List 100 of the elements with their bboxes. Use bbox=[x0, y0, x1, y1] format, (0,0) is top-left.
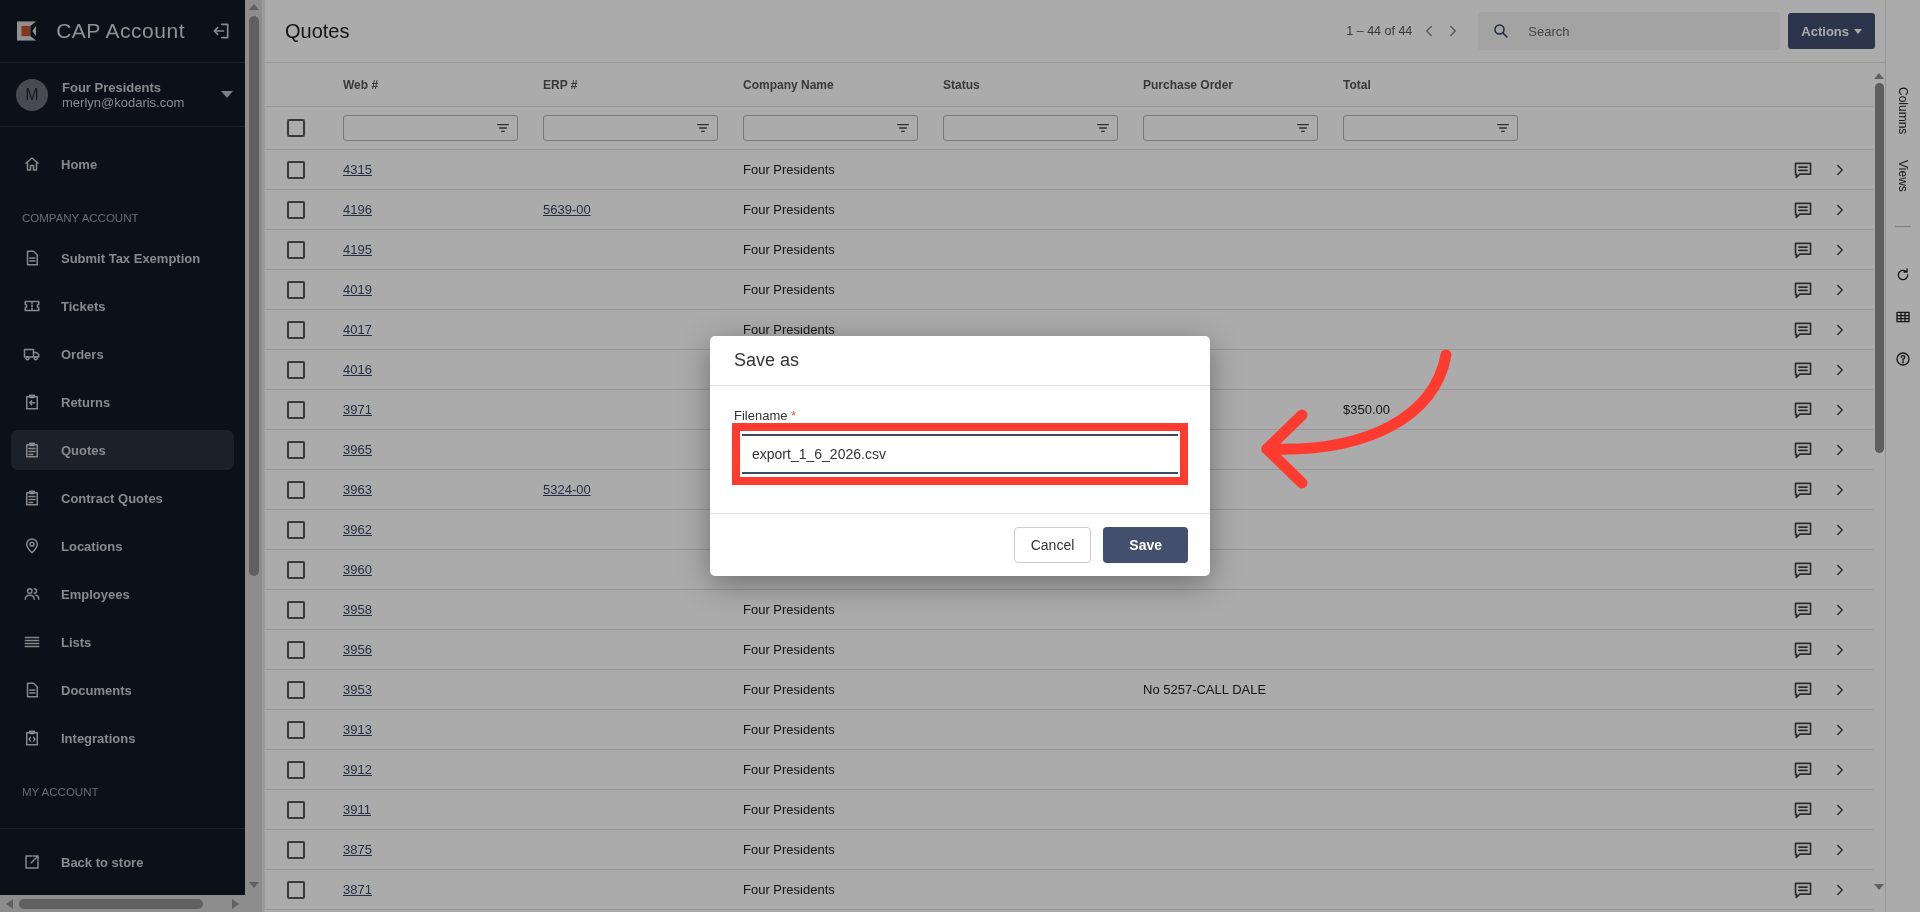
caret-icon[interactable] bbox=[221, 90, 233, 99]
checkbox[interactable] bbox=[287, 880, 305, 899]
filter-field[interactable] bbox=[343, 115, 518, 141]
save-button[interactable]: Save bbox=[1103, 527, 1188, 563]
table-cell: Four Presidents bbox=[743, 762, 835, 777]
filter-field[interactable] bbox=[743, 115, 918, 141]
filter-field[interactable] bbox=[1143, 115, 1318, 141]
search-field[interactable]: Search bbox=[1478, 12, 1781, 50]
checkbox[interactable] bbox=[287, 160, 305, 179]
scrollbar-thumb[interactable] bbox=[248, 16, 259, 576]
table-cell: Four Presidents bbox=[743, 802, 835, 817]
nav-item[interactable]: Locations bbox=[11, 526, 234, 566]
table-cell: Four Presidents bbox=[743, 162, 835, 177]
scrollbar-thumb[interactable] bbox=[19, 898, 203, 909]
quote-link[interactable]: 3956 bbox=[343, 642, 372, 657]
table-cell: Four Presidents bbox=[743, 602, 835, 617]
nav-item[interactable]: Orders bbox=[11, 334, 234, 374]
external-link-icon bbox=[23, 853, 41, 871]
quote-link[interactable]: 3971 bbox=[343, 402, 372, 417]
checkbox[interactable] bbox=[287, 600, 305, 619]
side-panel-tab[interactable]: Columns bbox=[1896, 87, 1910, 135]
quote-link[interactable]: 4196 bbox=[343, 202, 372, 217]
nav-item[interactable]: Lists bbox=[11, 622, 234, 662]
quote-link[interactable]: 3911 bbox=[343, 802, 371, 817]
field-label: Filename * bbox=[734, 408, 798, 423]
column-header[interactable]: Total bbox=[1343, 77, 1543, 92]
quote-link[interactable]: 4195 bbox=[343, 242, 372, 257]
checkbox[interactable] bbox=[287, 280, 305, 299]
table-cell: Four Presidents bbox=[743, 242, 835, 257]
checkbox[interactable] bbox=[287, 400, 305, 419]
checkbox[interactable] bbox=[287, 720, 305, 739]
checkbox[interactable] bbox=[287, 240, 305, 259]
nav-item[interactable]: Tickets bbox=[11, 286, 234, 326]
quote-link[interactable]: 4019 bbox=[343, 282, 372, 297]
nav-item[interactable]: Documents bbox=[11, 670, 234, 710]
checkbox[interactable] bbox=[287, 200, 305, 219]
back-to-store-link[interactable]: Back to store bbox=[11, 842, 234, 882]
filter-field[interactable] bbox=[1343, 115, 1518, 141]
quote-link[interactable]: 3871 bbox=[343, 882, 372, 897]
page-title: Quotes bbox=[285, 19, 351, 43]
help-icon[interactable] bbox=[1895, 351, 1911, 368]
quote-link[interactable]: 5324-00 bbox=[543, 482, 591, 497]
scrollbar-thumb[interactable] bbox=[1874, 83, 1884, 453]
table-cell: $350.00 bbox=[1343, 402, 1390, 417]
table-cell: Four Presidents bbox=[743, 322, 835, 337]
location-pin-icon bbox=[23, 537, 41, 555]
quote-link[interactable]: 4315 bbox=[343, 162, 372, 177]
nav-item[interactable]: Contract Quotes bbox=[11, 478, 234, 518]
quote-link[interactable]: 3963 bbox=[343, 482, 372, 497]
nav-item[interactable]: Submit Tax Exemption bbox=[11, 238, 234, 278]
nav-item[interactable]: Quotes bbox=[11, 430, 234, 470]
pagination-label: 1 – 44 of 44 bbox=[1346, 24, 1413, 38]
checkbox[interactable] bbox=[287, 640, 305, 659]
logout-icon[interactable] bbox=[211, 21, 231, 41]
checkbox[interactable] bbox=[287, 480, 305, 499]
nav-item[interactable]: Returns bbox=[11, 382, 234, 422]
column-header[interactable]: Purchase Order bbox=[1143, 77, 1343, 92]
checkbox[interactable] bbox=[287, 840, 305, 859]
quote-link[interactable]: 3960 bbox=[343, 562, 372, 577]
column-header[interactable]: Web # bbox=[343, 77, 543, 92]
quote-link[interactable]: 4017 bbox=[343, 322, 372, 337]
checkbox[interactable] bbox=[287, 520, 305, 539]
nav-item[interactable]: Home bbox=[11, 144, 234, 184]
section-heading: COMPANY ACCOUNT bbox=[21, 211, 140, 226]
quote-link[interactable]: 3958 bbox=[343, 602, 372, 617]
account-name: Four Presidents bbox=[62, 79, 162, 95]
nav-item[interactable]: Employees bbox=[11, 574, 234, 614]
column-header[interactable]: Status bbox=[943, 77, 1143, 92]
quote-link[interactable]: 3875 bbox=[343, 842, 372, 857]
quote-link[interactable]: 3913 bbox=[343, 722, 372, 737]
quote-link[interactable]: 4016 bbox=[343, 362, 372, 377]
checkbox[interactable] bbox=[287, 680, 305, 699]
people-icon bbox=[23, 585, 41, 603]
quote-link[interactable]: 3912 bbox=[343, 762, 372, 777]
checkbox[interactable] bbox=[287, 440, 305, 459]
checkbox[interactable] bbox=[287, 560, 305, 579]
quote-link[interactable]: 5639-00 bbox=[543, 202, 591, 217]
table-cell: Four Presidents bbox=[743, 882, 835, 897]
filename-field[interactable]: export_1_6_2026.csv bbox=[742, 434, 1178, 474]
nav-item[interactable]: Integrations bbox=[11, 718, 234, 758]
clipboard-icon bbox=[23, 441, 41, 459]
table-cell: Four Presidents bbox=[743, 642, 835, 657]
column-header[interactable]: ERP # bbox=[543, 77, 743, 92]
checkbox[interactable] bbox=[287, 360, 305, 379]
table-cell: Four Presidents bbox=[743, 202, 835, 217]
column-header[interactable]: Company Name bbox=[743, 77, 943, 92]
quote-link[interactable]: 3953 bbox=[343, 682, 372, 697]
checkbox[interactable] bbox=[287, 800, 305, 819]
side-panel-tab[interactable]: Views bbox=[1896, 160, 1910, 193]
checkbox[interactable] bbox=[287, 320, 305, 339]
checkbox[interactable] bbox=[287, 119, 305, 137]
checkbox[interactable] bbox=[287, 760, 305, 779]
filter-field[interactable] bbox=[543, 115, 718, 141]
section-heading: MY ACCOUNT bbox=[21, 785, 100, 800]
quote-link[interactable]: 3965 bbox=[343, 442, 372, 457]
actions-button[interactable]: Actions bbox=[1788, 13, 1875, 49]
table-cell: Four Presidents bbox=[743, 842, 835, 857]
quote-link[interactable]: 3962 bbox=[343, 522, 372, 537]
cancel-button[interactable]: Cancel bbox=[1013, 527, 1092, 563]
filter-field[interactable] bbox=[943, 115, 1118, 141]
